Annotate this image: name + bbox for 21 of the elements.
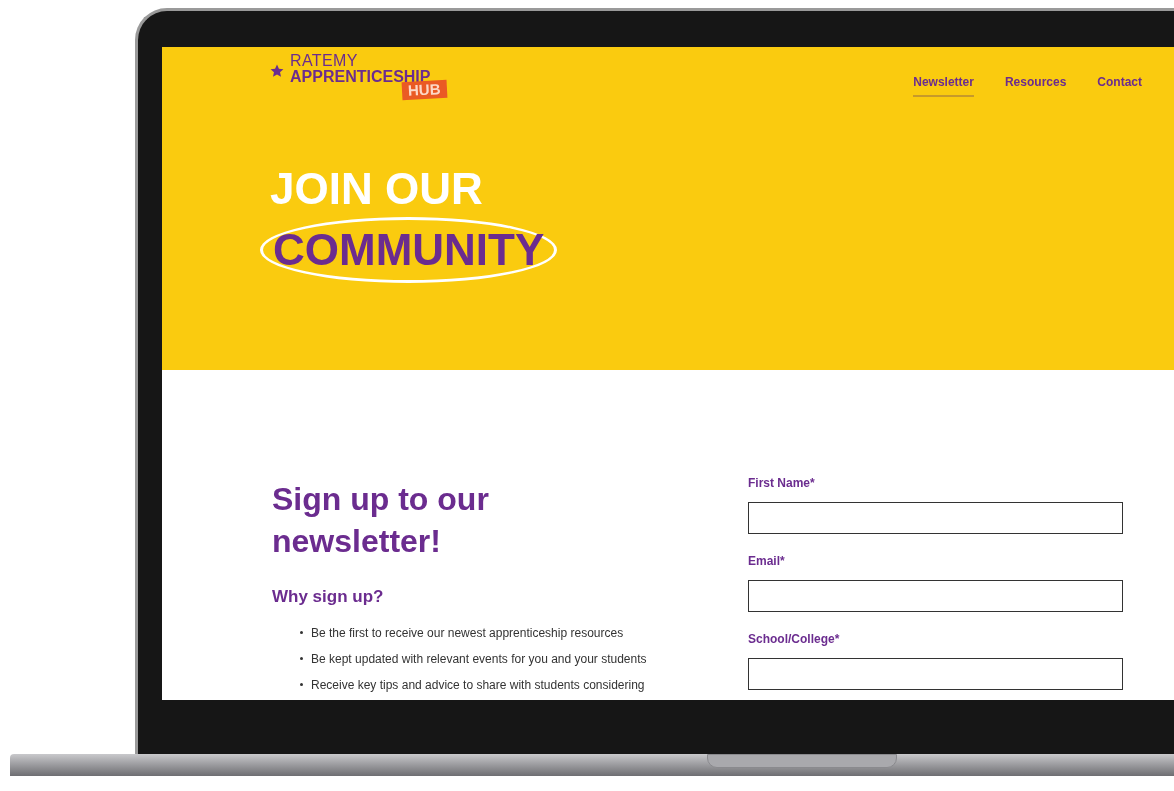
benefit-text: Be the first to receive our newest apprenticeship resources [311, 624, 624, 642]
benefit-text: Be kept updated with relevant events for you and your students [311, 650, 647, 668]
bullet-icon [300, 631, 303, 634]
nav-link[interactable]: Contact [1097, 73, 1142, 97]
hero-title-highlight: COMMUNITY [260, 217, 558, 283]
star-icon [270, 64, 284, 78]
bullet-icon [300, 657, 303, 660]
nav-link[interactable]: Newsletter [913, 73, 974, 97]
logo-text: RATEMY [290, 53, 359, 69]
input-field[interactable] [748, 658, 1123, 690]
field-label: Email* [748, 553, 786, 570]
input-field[interactable] [748, 580, 1123, 612]
input-field[interactable] [748, 502, 1123, 534]
signup-heading: Sign up to our newsletter! [272, 480, 490, 561]
nav-link[interactable]: Resources [1004, 73, 1067, 97]
field-label: School/College* [748, 631, 841, 648]
field-label: First Name* [748, 475, 816, 492]
benefit-text: Receive key tips and advice to share with students considering [311, 676, 645, 694]
signup-subheading: Why sign up? [272, 586, 385, 608]
bullet-icon [300, 683, 303, 686]
hero-title: JOIN OUR [270, 165, 483, 213]
